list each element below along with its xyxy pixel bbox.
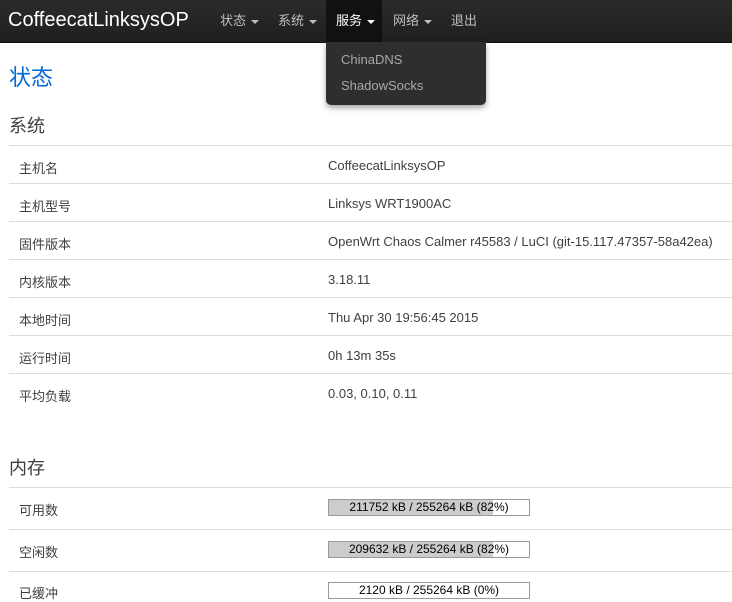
nav-system[interactable]: 系统 bbox=[278, 0, 318, 42]
nav-status[interactable]: 状态 bbox=[220, 0, 260, 42]
chevron-down-icon bbox=[251, 19, 260, 24]
brand-title[interactable]: CoffeecatLinksysOP bbox=[8, 8, 189, 32]
row-value: 3.18.11 bbox=[328, 272, 371, 287]
services-dropdown-menu: ChinaDNS ShadowSocks bbox=[326, 42, 486, 105]
table-row: 内核版本 3.18.11 bbox=[9, 259, 732, 298]
table-row: 主机名 CoffeecatLinksysOP bbox=[9, 145, 732, 184]
row-value: CoffeecatLinksysOP bbox=[328, 158, 446, 173]
table-row: 主机型号 Linksys WRT1900AC bbox=[9, 183, 732, 222]
memory-progress-bar: 209632 kB / 255264 kB (82%) bbox=[328, 541, 530, 558]
nav-system-label: 系统 bbox=[278, 13, 305, 28]
table-row: 运行时间 0h 13m 35s bbox=[9, 335, 732, 374]
nav-services[interactable]: 服务 bbox=[326, 0, 382, 42]
table-row: 平均负载 0.03, 0.10, 0.11 bbox=[9, 373, 732, 412]
row-label: 固件版本 bbox=[19, 237, 72, 252]
table-row: 空闲数 209632 kB / 255264 kB (82%) bbox=[9, 529, 732, 572]
row-label: 本地时间 bbox=[19, 313, 72, 328]
chevron-down-icon bbox=[309, 19, 318, 24]
chevron-down-icon bbox=[367, 19, 376, 24]
row-label: 内核版本 bbox=[19, 275, 72, 290]
top-navbar: CoffeecatLinksysOP 状态 系统 服务 网络 退出 bbox=[0, 0, 732, 43]
nav-status-label: 状态 bbox=[220, 13, 247, 28]
row-value: 0.03, 0.10, 0.11 bbox=[328, 386, 418, 401]
progress-text: 209632 kB / 255264 kB (82%) bbox=[348, 542, 510, 556]
table-row: 固件版本 OpenWrt Chaos Calmer r45583 / LuCI … bbox=[9, 221, 732, 260]
row-value: Linksys WRT1900AC bbox=[328, 196, 452, 211]
row-label: 主机名 bbox=[19, 161, 59, 176]
progress-text: 2120 kB / 255264 kB (0%) bbox=[358, 583, 500, 597]
row-value: OpenWrt Chaos Calmer r45583 / LuCI (git-… bbox=[328, 234, 713, 249]
row-value: Thu Apr 30 19:56:45 2015 bbox=[328, 310, 479, 325]
nav-network[interactable]: 网络 bbox=[393, 0, 433, 42]
section-title-system: 系统 bbox=[9, 116, 45, 136]
table-row: 可用数 211752 kB / 255264 kB (82%) bbox=[9, 487, 732, 530]
memory-progress-bar: 2120 kB / 255264 kB (0%) bbox=[328, 582, 530, 599]
menu-item-chinadns[interactable]: ChinaDNS bbox=[341, 52, 402, 67]
row-label: 已缓冲 bbox=[19, 586, 59, 601]
progress-text: 211752 kB / 255264 kB (82%) bbox=[349, 500, 509, 514]
row-label: 可用数 bbox=[19, 503, 59, 518]
menu-item-shadowsocks[interactable]: ShadowSocks bbox=[341, 78, 423, 93]
chevron-down-icon bbox=[424, 19, 433, 24]
nav-logout[interactable]: 退出 bbox=[451, 0, 477, 42]
table-row: 本地时间 Thu Apr 30 19:56:45 2015 bbox=[9, 297, 732, 336]
row-value: 0h 13m 35s bbox=[328, 348, 396, 363]
memory-progress-bar: 211752 kB / 255264 kB (82%) bbox=[328, 499, 530, 516]
row-label: 空闲数 bbox=[19, 545, 59, 560]
row-label: 运行时间 bbox=[19, 351, 72, 366]
page-title: 状态 bbox=[9, 65, 54, 90]
nav-services-label: 服务 bbox=[336, 13, 363, 28]
nav-logout-label: 退出 bbox=[451, 13, 478, 28]
section-title-memory: 内存 bbox=[9, 458, 45, 478]
nav-network-label: 网络 bbox=[393, 13, 420, 28]
row-label: 主机型号 bbox=[19, 199, 72, 214]
table-row: 已缓冲 2120 kB / 255264 kB (0%) bbox=[9, 571, 732, 601]
row-label: 平均负载 bbox=[19, 389, 72, 404]
